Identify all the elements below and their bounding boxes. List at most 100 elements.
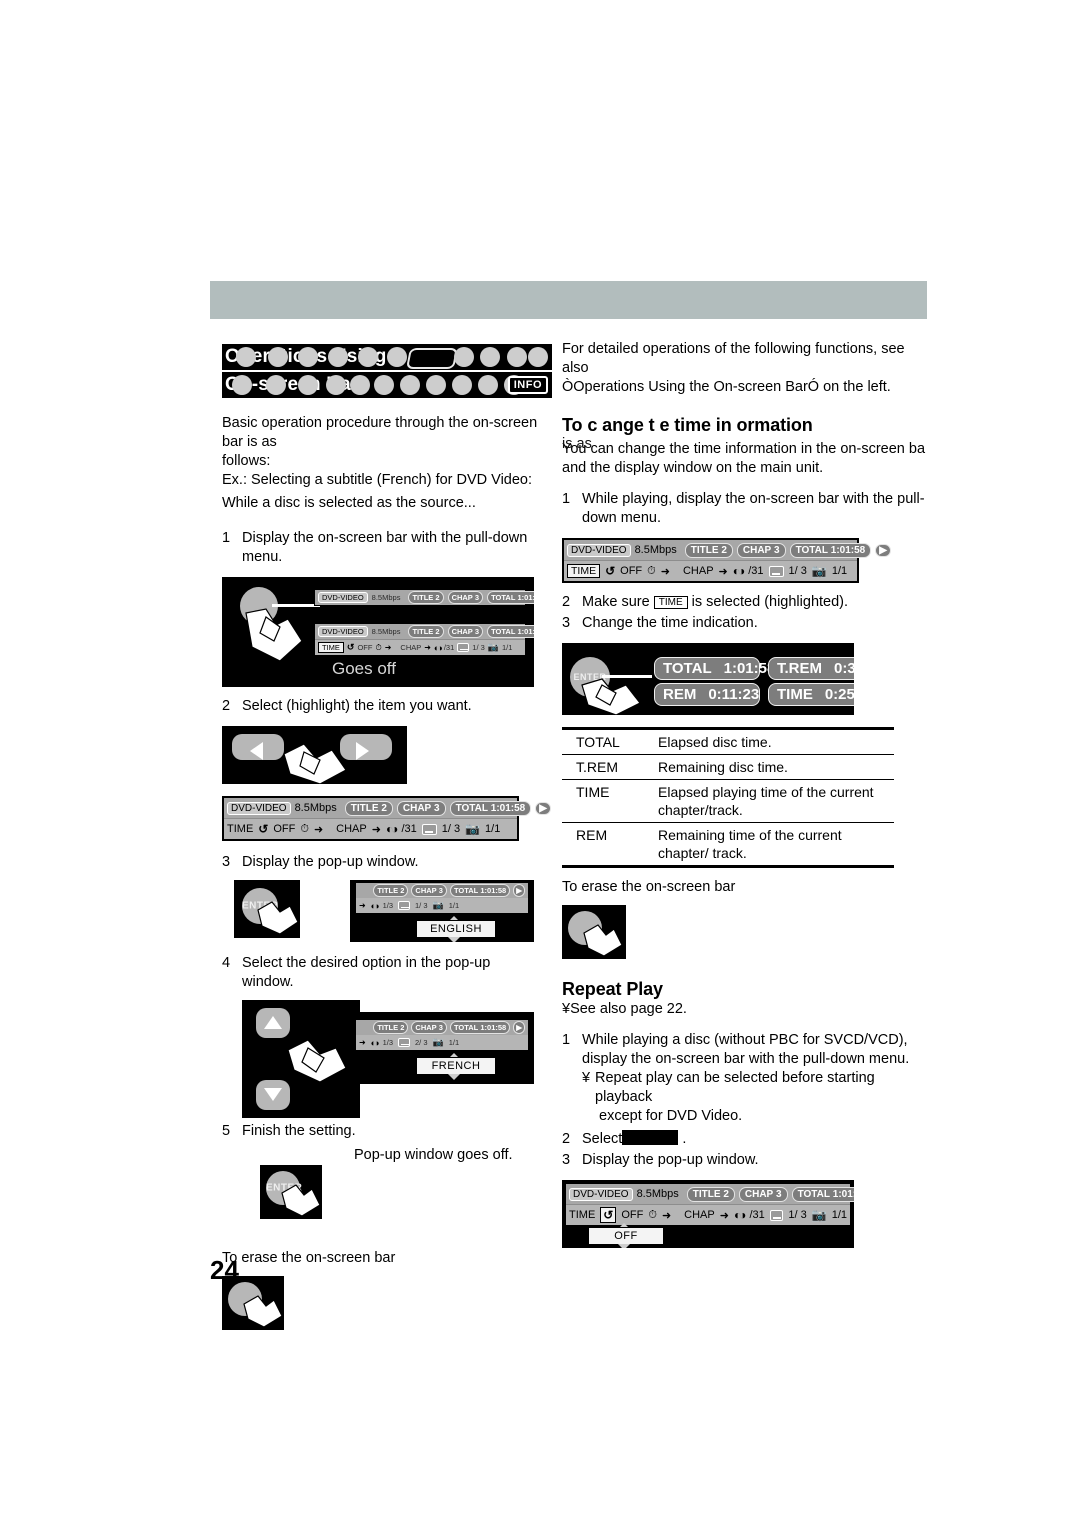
subtitle-icon[interactable]: [398, 901, 411, 910]
repeat-see-also: ¥See also page 22.: [562, 1001, 687, 1017]
audio-icon[interactable]: ◐◑: [371, 901, 380, 911]
subtitle-icon[interactable]: [398, 1038, 411, 1047]
arrow-right-icon: ➜: [718, 565, 728, 578]
osb-time-button[interactable]: TIME: [567, 564, 601, 578]
osb-angle-value: 1/1: [502, 643, 513, 652]
page-number: 24: [210, 1255, 239, 1285]
osb-angle-value: 1/1: [448, 901, 460, 910]
subtitle-icon[interactable]: [768, 565, 784, 577]
right-note-1: For detailed operations of the following…: [562, 341, 905, 376]
clock-icon[interactable]: ⏱: [300, 823, 309, 836]
def-key: REM: [562, 822, 658, 868]
blob-dot-icon: [268, 347, 288, 367]
osb-angle-value: 1/1: [831, 565, 848, 577]
popup-scroll-down-icon[interactable]: [448, 937, 460, 942]
osb-subtitle-value: 1/ 3: [788, 565, 807, 577]
angle-icon[interactable]: 📷: [488, 642, 499, 653]
example-line: Ex.: Selecting a subtitle (French) for D…: [222, 472, 533, 488]
osb-time-button[interactable]: TIME: [569, 1209, 595, 1221]
subtitle-icon[interactable]: [457, 643, 470, 652]
note-bullet: ¥: [582, 1070, 591, 1086]
repeat-icon[interactable]: ↺: [605, 564, 615, 578]
repeat-step-3-text: Display the pop-up window.: [582, 1152, 759, 1168]
left-step-2-text: Select (highlight) the item you want.: [242, 698, 472, 714]
osb-chap-search[interactable]: CHAP: [683, 565, 714, 577]
angle-icon[interactable]: 📷: [812, 1208, 827, 1222]
blob-dot-icon: [528, 347, 548, 367]
osb-time-button[interactable]: TIME: [227, 823, 253, 835]
osb-bitrate: 8.5Mbps: [636, 1188, 679, 1200]
blob-dot-icon: [326, 375, 346, 395]
osb-chap-label: CHAP: [742, 544, 772, 556]
illustration-row-updown-french: TITLE 2 CHAP 3 TOTAL 1:01:58 ▶ ➜ ◐◑ 1/3 …: [222, 1000, 542, 1118]
blob-dot-icon: [236, 347, 256, 367]
blob-dot-icon: [452, 375, 472, 395]
intro-line-2: follows:: [222, 453, 271, 469]
subtitle-icon[interactable]: [421, 823, 437, 835]
clock-icon[interactable]: ⏱: [648, 1209, 657, 1222]
left-step-3-number: 3: [222, 854, 231, 870]
osb-chap-value: 3: [474, 627, 480, 636]
illustration-cursor-updown: [242, 1000, 360, 1118]
time-chip-rem[interactable]: REM 0:11:23: [654, 683, 760, 706]
illustration-pulldown-demo: DVD-VIDEO 8.5Mbps TITLE 2 CHAP 3 TOTAL 1…: [222, 577, 534, 687]
osb-next-icon[interactable]: ▶: [513, 884, 525, 897]
time-chip-trem[interactable]: T.REM 0:35:24: [768, 657, 854, 680]
audio-icon[interactable]: ◐◑: [434, 643, 443, 653]
osb-chap-value: 3: [774, 544, 780, 556]
audio-icon[interactable]: ◐◑: [734, 1208, 746, 1222]
arrow-right-icon: ➜: [359, 1038, 366, 1047]
repeat-icon[interactable]: ↺: [600, 1207, 617, 1223]
popup-option-french[interactable]: FRENCH: [416, 1057, 496, 1075]
arrow-right-icon: ➜: [719, 1209, 729, 1222]
osb-chap-label: CHAP: [744, 1188, 774, 1200]
osb-row-top: TITLE 2 CHAP 3 TOTAL 1:01:58 ▶: [356, 1020, 528, 1035]
osb-chap-search[interactable]: CHAP: [684, 1209, 715, 1221]
popup-scroll-down-icon[interactable]: [448, 1074, 460, 1080]
time-step-2-number: 2: [562, 594, 571, 610]
repeat-icon[interactable]: ↺: [347, 642, 355, 653]
illustration-popup-french: TITLE 2 CHAP 3 TOTAL 1:01:58 ▶ ➜ ◐◑ 1/3 …: [350, 1012, 534, 1084]
repeat-icon[interactable]: ↺: [258, 822, 268, 836]
osb-time-button[interactable]: TIME: [318, 642, 344, 653]
angle-icon[interactable]: 📷: [433, 1037, 444, 1048]
osb-title-value: 2: [723, 1188, 729, 1200]
osb-next-icon[interactable]: ▶: [535, 801, 551, 815]
angle-icon[interactable]: 📷: [812, 564, 827, 578]
clock-icon[interactable]: ⏱: [647, 565, 656, 578]
time-chip-total[interactable]: TOTAL 1:01:58: [654, 657, 775, 680]
osb-disc-type: DVD-VIDEO: [227, 801, 291, 815]
overlap-artifact-text: is as: [562, 436, 592, 452]
osb-audio-value: 1/3: [382, 1038, 394, 1047]
osb-next-icon[interactable]: ▶: [513, 1021, 525, 1034]
time-time-label: TIME: [777, 686, 813, 703]
time-chip-time[interactable]: TIME 0:25:31: [768, 683, 854, 706]
osb-chap-search[interactable]: CHAP: [400, 643, 421, 652]
osb-next-icon[interactable]: ▶: [875, 543, 891, 557]
osb-subtitle-value: 1/ 3: [472, 643, 485, 652]
popup-option-off[interactable]: OFF: [588, 1227, 664, 1245]
left-step-2: 2 Select (highlight) the item you want.: [222, 697, 542, 716]
subtitle-icon[interactable]: [769, 1209, 784, 1221]
hand-pointer-icon: [257, 901, 299, 935]
osb-chap-value: 3: [438, 886, 443, 895]
time-trem-value: 0:35:24: [834, 660, 854, 677]
clock-icon[interactable]: ⏱: [375, 643, 381, 653]
angle-icon[interactable]: 📷: [465, 822, 480, 836]
time-step-3: 3 Change the time indication.: [562, 614, 934, 633]
table-row: TIME Elapsed playing time of the current…: [562, 779, 894, 823]
osb-chap-search[interactable]: CHAP: [336, 823, 367, 835]
blob-dot-icon: [232, 375, 252, 395]
section-title-block: Operations Using t On-screen Bar: [222, 344, 552, 400]
audio-icon[interactable]: ◐◑: [386, 822, 398, 836]
osb-angle-value: 1/1: [831, 1209, 847, 1221]
popup-scroll-down-icon[interactable]: [618, 1244, 630, 1248]
table-row: REM Remaining time of the current chapte…: [562, 822, 894, 868]
audio-icon[interactable]: ◐◑: [371, 1038, 380, 1048]
intro-line-1: Basic operation procedure through the on…: [222, 415, 538, 450]
osb-chap-value: 3: [776, 1188, 782, 1200]
popup-option-english[interactable]: ENGLISH: [416, 920, 496, 938]
illustration-row-finish: Pop-up window goes off. ENTER: [222, 1147, 542, 1219]
audio-icon[interactable]: ◐◑: [733, 564, 745, 578]
angle-icon[interactable]: 📷: [433, 900, 444, 911]
